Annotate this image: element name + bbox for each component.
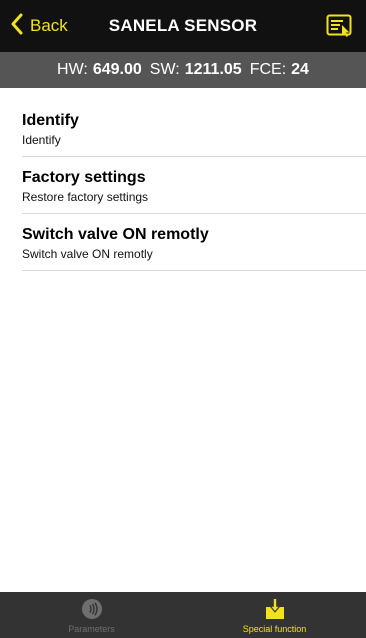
sw-value: 1211.05 xyxy=(184,61,242,78)
list-item-identify[interactable]: Identify Identify xyxy=(0,100,366,157)
list-item-title: Identify xyxy=(22,112,79,129)
special-function-list: Identify Identify Factory settings Resto… xyxy=(0,100,366,271)
tab-label: Parameters xyxy=(68,624,115,634)
tab-label: Special function xyxy=(242,624,307,634)
tab-parameters[interactable]: Parameters xyxy=(0,592,183,638)
sensor-wave-icon xyxy=(81,598,103,620)
sw-label: SW: xyxy=(149,61,180,78)
hw-value: 649.00 xyxy=(92,61,142,78)
device-info-bar: HW: 649.00 SW: 1211.05 FCE: 24 xyxy=(0,52,366,88)
navigation-bar: Back SANELA SENSOR xyxy=(0,0,366,52)
list-item-title: Switch valve ON remotly xyxy=(22,226,209,243)
list-item-subtitle: Restore factory settings xyxy=(22,190,149,204)
fce-value: 24 xyxy=(291,61,309,78)
back-label: Back xyxy=(30,16,68,35)
list-select-icon xyxy=(326,14,352,38)
divider xyxy=(22,270,366,271)
tab-bar: Parameters Special function xyxy=(0,592,366,638)
back-button[interactable]: Back xyxy=(10,12,68,40)
chevron-left-icon xyxy=(10,13,24,40)
list-select-button[interactable] xyxy=(326,14,352,38)
download-icon xyxy=(264,598,286,620)
list-item-factory-settings[interactable]: Factory settings Restore factory setting… xyxy=(0,157,366,214)
list-item-switch-valve[interactable]: Switch valve ON remotly Switch valve ON … xyxy=(0,214,366,271)
list-item-subtitle: Identify xyxy=(22,133,61,147)
list-item-subtitle: Switch valve ON remotly xyxy=(22,247,153,261)
tab-special-function[interactable]: Special function xyxy=(183,592,366,638)
hw-label: HW: xyxy=(57,61,88,78)
list-item-title: Factory settings xyxy=(22,169,146,186)
fce-label: FCE: xyxy=(249,61,287,78)
